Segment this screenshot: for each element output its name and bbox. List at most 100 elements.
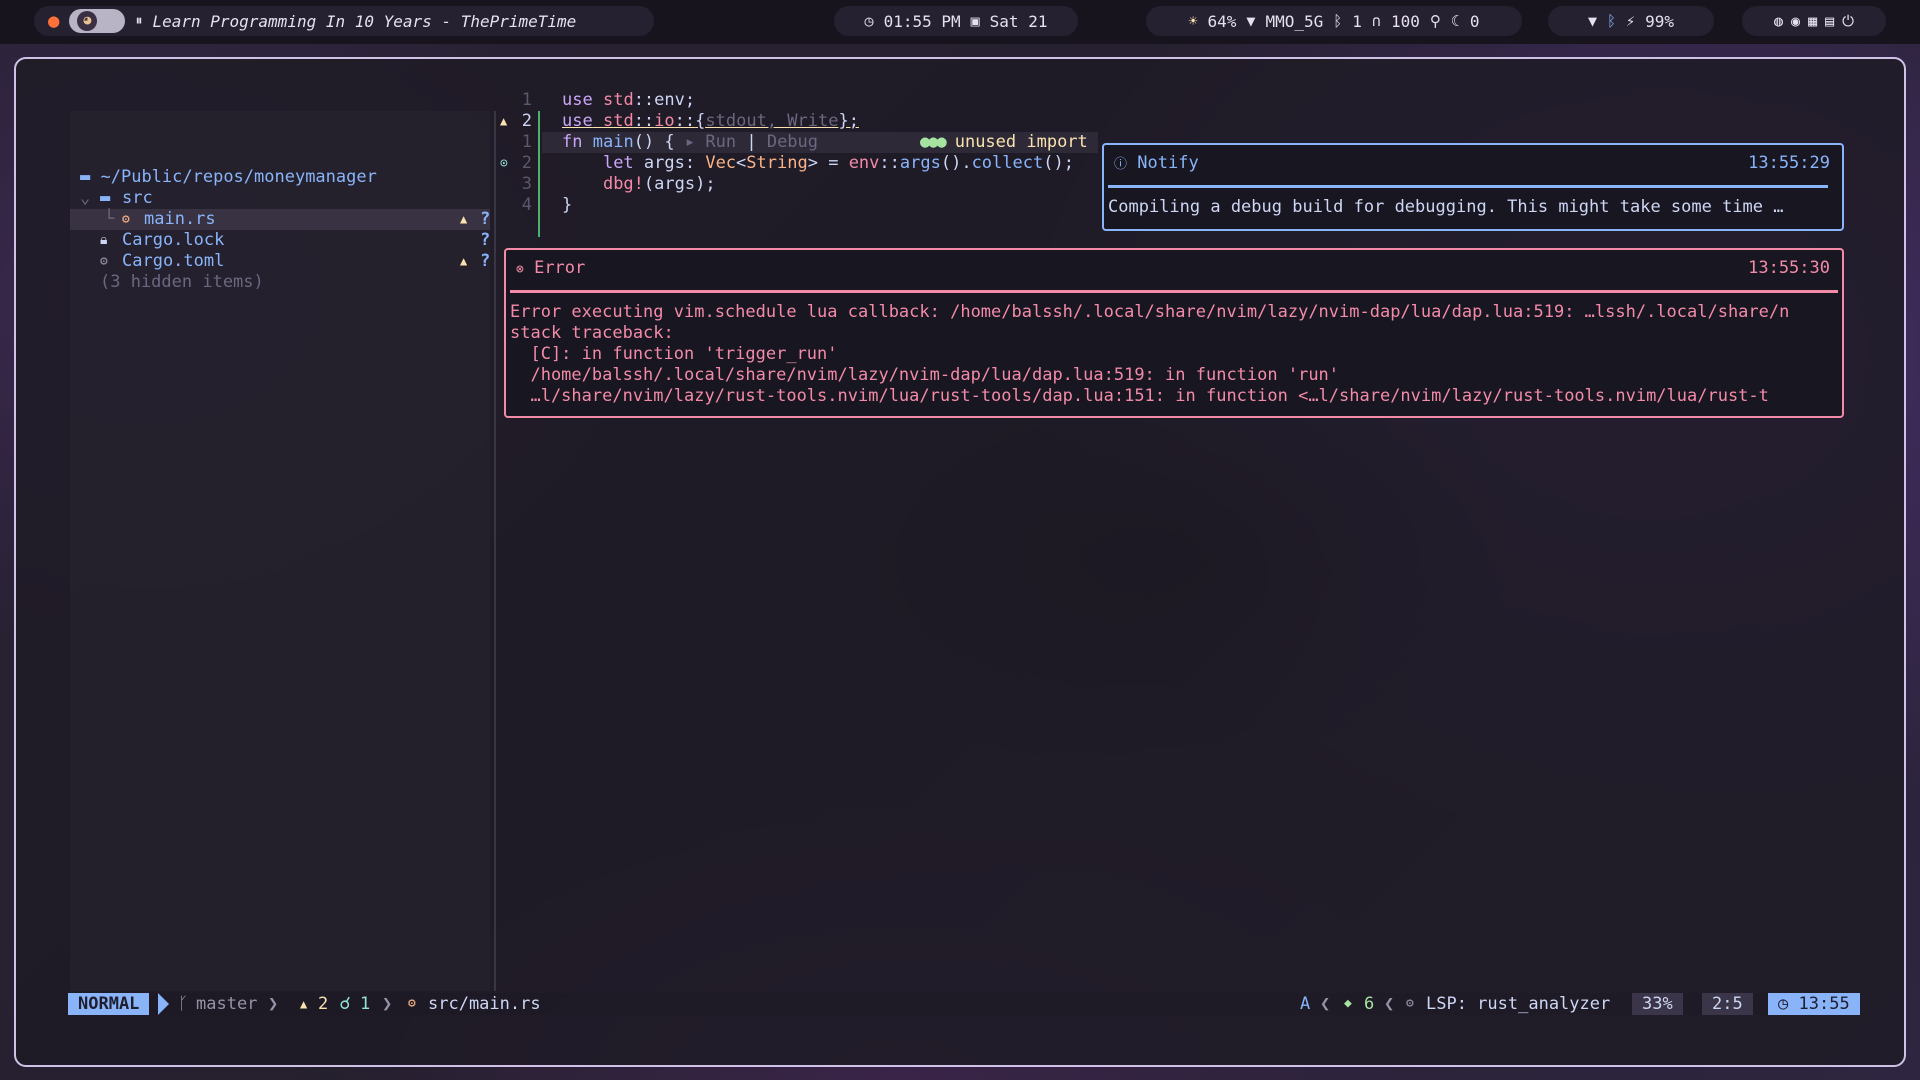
debug-codelens[interactable]: Debug — [767, 132, 818, 152]
code-text: { — [695, 111, 706, 131]
function-name: args — [899, 153, 941, 173]
info-icon: ⓘ — [1114, 157, 1128, 172]
lock-icon: 🔒︎ — [100, 232, 108, 248]
code-line-6[interactable]: } — [562, 195, 572, 216]
line-number: 1 — [521, 132, 532, 152]
macro-name: dbg! — [602, 174, 644, 194]
code-text: < — [736, 153, 747, 173]
moon-icon: ☾ — [1450, 12, 1460, 30]
tree-root[interactable]: ▬ ~/Public/repos/moneymanager — [80, 167, 500, 188]
error-line: …l/share/nvim/lazy/rust-tools.nvim/lua/r… — [510, 386, 1769, 406]
lsp-icon: ⚙ — [1406, 996, 1414, 1011]
microphone-icon[interactable]: ⚲ — [1430, 12, 1441, 30]
run-codelens[interactable]: ▸ Run — [685, 132, 736, 152]
error-divider — [510, 290, 1838, 293]
line-number: 2 — [521, 153, 532, 173]
code-line-2[interactable]: use std::io::{stdout, Write}; — [562, 111, 859, 132]
bluetooth-icon[interactable]: ᛒ — [1607, 12, 1616, 30]
warning-count[interactable]: 2 — [318, 993, 328, 1015]
unused-import-text: stdout, Write — [705, 111, 839, 131]
media-pause-icon[interactable]: ⏸ — [135, 13, 142, 29]
statusline-clock: ◷ 13:55 — [1768, 993, 1860, 1015]
clock-date[interactable]: Sat 21 — [990, 12, 1048, 31]
file-path[interactable]: src/main.rs — [428, 993, 541, 1015]
window-split-divider[interactable] — [494, 111, 496, 991]
code-line-3[interactable]: fn main() { ▸ Run | Debug — [562, 132, 818, 153]
tree-item-main-rs[interactable]: └ ⚙ main.rs ▲ ? — [70, 209, 490, 230]
terminal-window: ▬ ~/Public/repos/moneymanager ⌄ ▬ src └ … — [14, 57, 1906, 1067]
lsp-status-icon: ◆ — [1344, 996, 1352, 1011]
error-title: Error — [534, 258, 586, 278]
vim-mode: NORMAL — [68, 993, 150, 1015]
code-line-1[interactable]: use std::env; — [562, 90, 695, 111]
dnd-count[interactable]: 0 — [1470, 12, 1480, 31]
code-text: (); — [1043, 153, 1074, 173]
ghost-icon[interactable]: ◍ — [1774, 12, 1783, 30]
notify-divider — [1108, 185, 1828, 188]
git-branch[interactable]: master — [196, 993, 257, 1015]
code-line-5[interactable]: dbg!(args); — [562, 174, 716, 195]
code-text: } — [562, 195, 573, 215]
notify-popup[interactable]: ⓘ Notify 13:55:29 Compiling a debug buil… — [1102, 143, 1844, 231]
tree-item-label: src — [122, 188, 153, 208]
gear-icon: ⚙ — [100, 254, 108, 269]
codelens-separator: | — [746, 132, 757, 152]
warning-icon: ▲ — [460, 254, 468, 268]
brightness-icon: ☀ — [1188, 12, 1198, 30]
keyword: let — [602, 153, 634, 173]
git-untracked-icon: ? — [480, 209, 491, 229]
tree-item-cargo-lock[interactable]: 🔒︎ Cargo.lock ? — [70, 230, 490, 251]
code-text: () { — [633, 132, 675, 152]
clock-icon: ◷ — [864, 12, 874, 30]
volume-value[interactable]: 100 — [1391, 12, 1420, 31]
warning-icon: ▲ — [300, 997, 308, 1011]
clock-time[interactable]: 01:55 PM — [884, 12, 961, 31]
brightness-value[interactable]: 64% — [1208, 12, 1237, 31]
clock-icon: ◷ — [1778, 994, 1789, 1014]
tree-indent-guide: └ — [104, 209, 115, 229]
tree-item-cargo-toml[interactable]: ⚙ Cargo.toml ▲ ? — [70, 251, 490, 272]
keyword: use — [562, 90, 593, 110]
error-popup[interactable]: ⊗ Error 13:55:30 Error executing vim.sch… — [504, 248, 1844, 418]
hint-count[interactable]: 1 — [360, 993, 370, 1015]
error-line: [C]: in function 'trigger_run' — [510, 344, 838, 364]
segment-separator: ❯ — [268, 994, 279, 1014]
line-number: 2 — [521, 111, 532, 131]
tree-hidden-items[interactable]: (3 hidden items) — [70, 272, 490, 293]
hint-icon: ☌ — [340, 994, 351, 1014]
clipboard-icon[interactable]: ▤ — [1825, 12, 1834, 30]
tree-item-src[interactable]: ⌄ ▬ src — [70, 188, 490, 209]
code-line-4[interactable]: let args: Vec<String> = env::args().coll… — [562, 153, 1074, 174]
folder-icon: ▬ — [80, 167, 91, 187]
lsp-count: 6 — [1364, 994, 1375, 1014]
calendar-icon: ▣ — [970, 12, 980, 30]
wifi-ssid[interactable]: MMO_5G — [1265, 12, 1323, 31]
error-header: ⊗ Error 13:55:30 — [516, 258, 1830, 280]
media-title[interactable]: Learn Programming In 10 Years - ThePrime… — [152, 12, 576, 31]
git-branch-icon: ᚴ — [178, 994, 189, 1014]
windows-icon[interactable]: ▦ — [1808, 12, 1817, 30]
launcher-pill: ● ◕ ⏸ Learn Programming In 10 Years - Th… — [34, 6, 654, 36]
palette-icon[interactable]: ◉ — [1791, 12, 1800, 30]
git-added-sign — [538, 111, 540, 237]
notify-title: Notify — [1137, 153, 1199, 173]
warning-icon: ▲ — [460, 212, 468, 226]
firefox-icon[interactable]: ● — [48, 10, 59, 32]
git-untracked-icon: ? — [480, 251, 491, 271]
power-icon[interactable]: ⏻ — [1842, 12, 1854, 30]
bluetooth-count[interactable]: 1 — [1352, 12, 1362, 31]
lsp-name[interactable]: LSP: rust_analyzer — [1426, 993, 1610, 1015]
owl-icon: ◕ — [77, 11, 98, 31]
theme-toggle[interactable]: ◕ — [69, 9, 126, 33]
tree-root-path: ~/Public/repos/moneymanager — [100, 167, 377, 187]
wifi-icon[interactable]: ▼ — [1588, 12, 1597, 30]
error-time: 13:55:30 — [1748, 258, 1830, 278]
mode-separator — [158, 993, 169, 1015]
network-pill: ▼ ᛒ ⚡ 99% — [1548, 6, 1714, 36]
clock-pill: ◷ 01:55 PM ▣ Sat 21 — [834, 6, 1078, 36]
battery-value[interactable]: 99% — [1645, 12, 1674, 31]
git-untracked-icon: ? — [480, 230, 491, 250]
tree-item-label: Cargo.lock — [122, 230, 225, 250]
code-text: args: — [633, 153, 706, 173]
hidden-items-label: (3 hidden items) — [100, 272, 264, 292]
